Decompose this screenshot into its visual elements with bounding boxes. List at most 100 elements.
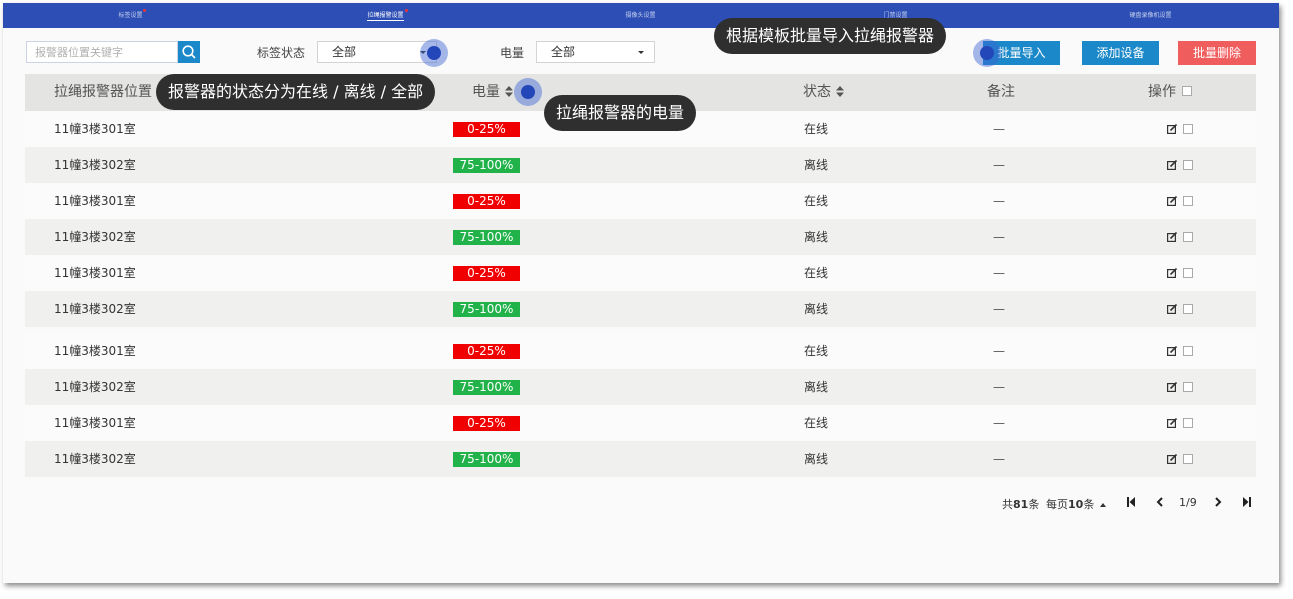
app-window: 标签设置 拉绳报警设置 摄像头设置 门禁设置 硬盘录像机设置 标签状态 全部: [3, 3, 1279, 583]
tab-label: 硬盘录像机设置: [1129, 12, 1172, 19]
next-page-icon[interactable]: [1214, 497, 1222, 507]
row-checkbox[interactable]: [1183, 304, 1193, 314]
table-row: 11幢3楼301室 0-25% 在线 —: [25, 255, 1256, 291]
cell-remark: —: [993, 122, 1005, 136]
table-row: 11幢3楼301室 0-25% 在线 —: [25, 183, 1256, 219]
power-select[interactable]: 全部: [536, 41, 655, 63]
power-badge: 75-100%: [453, 380, 520, 395]
power-badge: 0-25%: [453, 344, 520, 359]
cell-remark: —: [993, 452, 1005, 466]
cell-remark: —: [993, 230, 1005, 244]
row-checkbox[interactable]: [1183, 196, 1193, 206]
cell-status: 在线: [804, 344, 829, 358]
power-badge: 0-25%: [453, 194, 520, 209]
cell-location: 11幢3楼301室: [54, 416, 136, 430]
power-hotspot-marker: [514, 78, 542, 106]
import-hotspot-marker: [973, 39, 1001, 67]
prev-page-icon[interactable]: [1156, 497, 1164, 507]
cell-status: 离线: [804, 380, 829, 394]
header-status-label: 状态: [803, 84, 831, 100]
per-page-select[interactable]: 每页10条: [1046, 496, 1106, 512]
cell-status: 在线: [804, 416, 829, 430]
edit-icon[interactable]: [1167, 382, 1177, 392]
tab-label: 标签设置: [118, 12, 143, 19]
cell-location: 11幢3楼302室: [54, 230, 136, 244]
cell-location: 11幢3楼301室: [54, 122, 136, 136]
sort-icon: [505, 85, 513, 97]
edit-icon[interactable]: [1167, 124, 1177, 134]
header-action-label: 操作: [1148, 84, 1176, 100]
add-device-button[interactable]: 添加设备: [1082, 41, 1159, 65]
table-row: 11幢3楼301室 0-25% 在线 —: [25, 333, 1256, 369]
edit-icon[interactable]: [1167, 232, 1177, 242]
edit-icon[interactable]: [1167, 304, 1177, 314]
tab-pull-cord-alarm-settings[interactable]: 拉绳报警设置: [258, 3, 513, 28]
pagination-total: 共81条: [1002, 496, 1039, 512]
cell-location: 11幢3楼302室: [54, 158, 136, 172]
total-suffix: 条: [1028, 498, 1040, 511]
cell-status: 在线: [804, 194, 829, 208]
table-row: 11幢3楼302室 75-100% 离线 —: [25, 219, 1256, 255]
cell-location: 11幢3楼302室: [54, 452, 136, 466]
header-location: 拉绳报警器位置: [54, 84, 152, 100]
first-page-icon[interactable]: [1127, 497, 1136, 507]
search-box: [26, 41, 200, 63]
edit-icon[interactable]: [1167, 418, 1177, 428]
header-power[interactable]: 电量: [472, 74, 513, 111]
cell-remark: —: [993, 380, 1005, 394]
edit-icon[interactable]: [1167, 160, 1177, 170]
power-annotation-tooltip: 拉绳报警器的电量: [544, 95, 697, 131]
last-page-icon[interactable]: [1242, 497, 1251, 507]
cell-remark: —: [993, 158, 1005, 172]
row-checkbox[interactable]: [1183, 124, 1193, 134]
row-checkbox[interactable]: [1183, 160, 1193, 170]
cell-location: 11幢3楼301室: [54, 194, 136, 208]
edit-icon[interactable]: [1167, 346, 1177, 356]
status-hotspot-marker: [420, 39, 448, 67]
per-page-prefix: 每页: [1046, 498, 1068, 511]
table-row: 11幢3楼302室 75-100% 离线 —: [25, 147, 1256, 183]
row-checkbox[interactable]: [1183, 268, 1193, 278]
power-value: 全部: [551, 45, 576, 59]
tab-tag-settings[interactable]: 标签设置: [3, 3, 258, 28]
total-count: 81: [1013, 498, 1029, 511]
cell-status: 离线: [804, 230, 829, 244]
search-input[interactable]: [26, 41, 178, 63]
cell-status: 离线: [804, 158, 829, 172]
cell-remark: —: [993, 416, 1005, 430]
tab-nvr-settings[interactable]: 硬盘录像机设置: [1023, 3, 1278, 28]
table-row: 11幢3楼302室 75-100% 离线 —: [25, 441, 1256, 477]
power-badge: 0-25%: [453, 122, 520, 137]
power-label: 电量: [500, 46, 525, 60]
header-status[interactable]: 状态: [803, 74, 844, 111]
tab-notification-dot: [405, 9, 408, 12]
row-checkbox[interactable]: [1183, 418, 1193, 428]
cell-remark: —: [993, 344, 1005, 358]
select-all-checkbox[interactable]: [1182, 86, 1192, 96]
cell-remark: —: [993, 302, 1005, 316]
per-page-suffix: 条: [1083, 498, 1095, 511]
power-badge: 75-100%: [453, 302, 520, 317]
table-body: 11幢3楼301室 0-25% 在线 —11幢3楼302室 75-100% 离线 —11幢3…: [25, 111, 1256, 477]
total-prefix: 共: [1002, 498, 1013, 511]
row-checkbox[interactable]: [1183, 232, 1193, 242]
cell-status: 离线: [804, 302, 829, 316]
tag-status-select[interactable]: 全部: [317, 41, 437, 63]
search-button[interactable]: [178, 41, 200, 63]
power-badge: 75-100%: [453, 158, 520, 173]
tag-status-label: 标签状态: [257, 46, 306, 60]
header-remark: 备注: [987, 84, 1015, 100]
row-checkbox[interactable]: [1183, 346, 1193, 356]
batch-delete-button[interactable]: 批量删除: [1178, 41, 1256, 65]
top-tab-bar: 标签设置 拉绳报警设置 摄像头设置 门禁设置 硬盘录像机设置: [3, 3, 1279, 28]
status-annotation-tooltip: 报警器的状态分为在线 / 离线 / 全部: [156, 74, 436, 110]
power-badge: 75-100%: [453, 452, 520, 467]
row-checkbox[interactable]: [1183, 382, 1193, 392]
row-checkbox[interactable]: [1183, 454, 1193, 464]
tab-label: 拉绳报警设置: [367, 12, 404, 21]
edit-icon[interactable]: [1167, 454, 1177, 464]
chevron-down-icon: [638, 51, 644, 54]
edit-icon[interactable]: [1167, 196, 1177, 206]
edit-icon[interactable]: [1167, 268, 1177, 278]
tag-status-value: 全部: [332, 45, 357, 59]
